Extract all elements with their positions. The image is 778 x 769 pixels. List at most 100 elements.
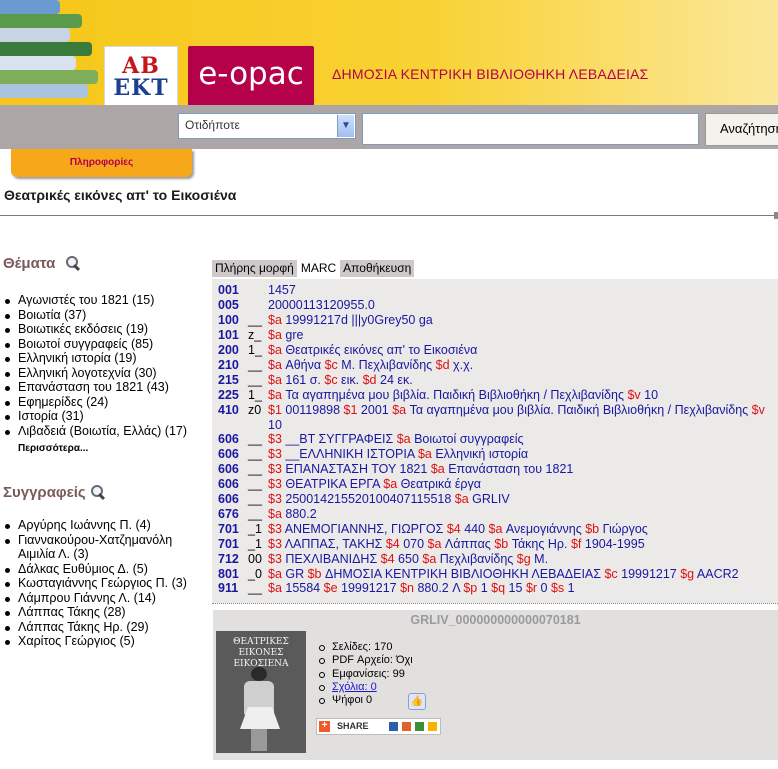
- info-tab[interactable]: Πληροφορίες: [11, 149, 192, 177]
- marc-tag: 911: [218, 581, 239, 595]
- subject-item[interactable]: Ιστορία (31): [4, 409, 205, 424]
- marc-subfield-value: ΑΝΕΜΟΓΙΑΝΝΗΣ, ΓΙΩΡΓΟΣ: [281, 522, 447, 536]
- logo-text-ab: ΑΒ: [122, 53, 160, 79]
- marc-tag: 210: [218, 358, 239, 372]
- marc-subfield-code: $a: [268, 581, 282, 595]
- marc-subfield-value: 1: [564, 581, 575, 595]
- subject-item[interactable]: Βοιωτικές εκδόσεις (19): [4, 322, 205, 337]
- cover-title: ΘΕΑΤΡΙΚΕΣ ΕΙΚΟΝΕΣ ΕΙΚΟΣΙΕΝΑ: [233, 637, 289, 669]
- marc-subfield-value: 161 σ.: [281, 373, 325, 387]
- marc-subfield-value: 20000113120955.0: [268, 298, 375, 312]
- search-button[interactable]: Αναζήτηση: [705, 113, 778, 146]
- marc-subfield-value: ΛΑΠΠΑΣ, ΤΑΚΗΣ: [281, 537, 386, 551]
- marc-subfield-code: $3: [268, 477, 282, 491]
- book-cover[interactable]: ΘΕΑΤΡΙΚΕΣ ΕΙΚΟΝΕΣ ΕΙΚΟΣΙΕΝΑ: [216, 631, 306, 753]
- marc-subfield-code: $a: [268, 343, 282, 357]
- marc-subfield-code: $a: [268, 567, 282, 581]
- tab-save[interactable]: Αποθήκευση: [340, 260, 415, 277]
- marc-tag: 676: [218, 507, 239, 521]
- subject-item[interactable]: Αγωνιστές του 1821 (15): [4, 293, 205, 308]
- marc-subfield-value: χ.χ.: [449, 358, 474, 372]
- marc-subfield-value: Τα αγαπημένα μου βιβλία. Παιδική Βιβλιοθ…: [406, 403, 752, 417]
- marc-tag: 100: [218, 313, 239, 327]
- marc-subfield-value: Βοιωτοί συγγραφείς: [410, 432, 524, 446]
- marc-indicators: 1_: [248, 343, 262, 357]
- marc-subfield-code: $3: [268, 447, 282, 461]
- marc-indicators: z0: [248, 403, 262, 417]
- logo-text-ekt: ΕΚΤ: [113, 75, 169, 101]
- marc-subfield-value: GRLIV: [468, 492, 510, 506]
- marc-subfield-value: AACR2: [694, 567, 739, 581]
- author-item[interactable]: Λάμπρου Γιάννης Λ. (14): [4, 591, 205, 606]
- marc-value: $a 161 σ. $c εικ. $d 24 εκ.: [268, 373, 413, 388]
- marc-indicators: __: [248, 447, 262, 461]
- author-item[interactable]: Κωσταγιάννης Γεώργιος Π. (3): [4, 576, 205, 591]
- tab-full[interactable]: Πλήρης μορφή: [212, 260, 297, 277]
- ekt-logo[interactable]: ΑΒ ΕΚΤ: [104, 46, 178, 110]
- search-field-value: Οτιδήποτε: [185, 118, 240, 132]
- marc-subfield-code: $a: [422, 552, 437, 566]
- marc-subfield-code: $q: [491, 581, 506, 595]
- marc-subfield-code: $a: [488, 522, 503, 536]
- marc-subfield-value: GR: [281, 567, 308, 581]
- views-info: Εμφανίσεις: 99: [318, 668, 413, 681]
- chevron-down-icon[interactable]: ▼: [337, 115, 354, 137]
- subject-item[interactable]: Βοιωτία (37): [4, 308, 205, 323]
- library-name: ΔΗΜΟΣΙΑ ΚΕΝΤΡΙΚΗ ΒΙΒΛΙΟΘΗΚΗ ΛΕΒΑΔΕΙΑΣ: [332, 66, 649, 82]
- subject-item[interactable]: Λιβαδειά (Βοιωτία, Ελλάς) (17): [4, 424, 205, 439]
- marc-subfield-value: εικ.: [337, 373, 363, 387]
- marc-value: $3 ΛΑΠΠΑΣ, ΤΑΚΗΣ $4 070 $a Λάππας $b Τάκ…: [268, 537, 645, 552]
- search-field-select[interactable]: Οτιδήποτε ▼: [178, 113, 356, 139]
- marc-value: $a Αθήνα $c Μ. Πεχλιβανίδης $d χ.χ.: [268, 358, 473, 373]
- marc-subfield-value: 15: [505, 581, 526, 595]
- marc-value: $a 15584 $e 19991217 $n 880.2 Λ $p 1 $q …: [268, 581, 575, 596]
- more-link[interactable]: Περισσότερα...: [18, 443, 205, 454]
- marc-subfield-value: 24 εκ.: [376, 373, 413, 387]
- authors-list: Αργύρης Ιωάννης Π. (4) Γιαννακούρου-Χατζ…: [0, 518, 205, 649]
- subject-item[interactable]: Ελληνική ιστορία (19): [4, 351, 205, 366]
- divider-end: [774, 212, 778, 219]
- marc-tag: 101: [218, 328, 239, 342]
- marc-subfield-value: Θεατρικά έργα: [397, 477, 481, 491]
- tab-marc[interactable]: MARC: [297, 260, 340, 277]
- comments-link[interactable]: Σχόλια: 0: [318, 681, 413, 694]
- marc-subfield-value: 19991217d |||y0Grey50 ga: [281, 313, 433, 327]
- marc-tag: 001: [218, 283, 239, 297]
- marc-value: $3 __ΕΛΛΗΝΙΚΗ ΙΣΤΟΡΙΑ $a Ελληνική ιστορί…: [268, 447, 528, 462]
- marc-subfield-code: $v: [751, 403, 765, 417]
- search-icon[interactable]: [65, 255, 80, 270]
- marc-subfield-code: $a: [396, 432, 411, 446]
- plus-icon: +: [319, 721, 330, 732]
- subject-item[interactable]: Επανάσταση του 1821 (43): [4, 380, 205, 395]
- subject-item[interactable]: Εφημερίδες (24): [4, 395, 205, 410]
- marc-subfield-value: Μ. Πεχλιβανίδης: [337, 358, 436, 372]
- author-item[interactable]: Χαρίτος Γεώργιος (5): [4, 634, 205, 649]
- marc-subfield-code: $3: [268, 537, 282, 551]
- thumbs-up-icon[interactable]: 👍: [408, 693, 426, 710]
- marc-tag: 200: [218, 343, 239, 357]
- marc-indicators: __: [248, 581, 262, 595]
- marc-subfield-code: $c: [324, 373, 338, 387]
- search-icon[interactable]: [90, 484, 105, 499]
- delicious-icon: [389, 722, 398, 731]
- marc-indicators: __: [248, 507, 262, 521]
- author-item[interactable]: Αργύρης Ιωάννης Π. (4): [4, 518, 205, 533]
- subject-item[interactable]: Ελληνική λογοτεχνία (30): [4, 366, 205, 381]
- marc-indicators: 1_: [248, 388, 262, 402]
- marc-subfield-code: $f: [570, 537, 582, 551]
- marc-value: $3 ΘΕΑΤΡΙΚΑ ΕΡΓΑ $a Θεατρικά έργα: [268, 477, 481, 492]
- marc-subfield-value: gre: [281, 328, 304, 342]
- marc-indicators: __: [248, 492, 262, 506]
- eopac-logo[interactable]: e-opac: [188, 46, 314, 106]
- pdf-info: PDF Αρχείο: Όχι: [318, 654, 413, 667]
- subject-item[interactable]: Βοιωτοί συγγραφείς (85): [4, 337, 205, 352]
- author-item[interactable]: Δάλκας Ευθύμιος Δ. (5): [4, 562, 205, 577]
- author-item[interactable]: Λάππας Τάκης Ηρ. (29): [4, 620, 205, 635]
- subjects-heading-label: Θέματα: [3, 255, 56, 272]
- marc-value: $a Τα αγαπημένα μου βιβλία. Παιδική Βιβλ…: [268, 388, 658, 403]
- books-illustration: [0, 0, 102, 105]
- author-item[interactable]: Λάππας Τάκης (28): [4, 605, 205, 620]
- author-item[interactable]: Γιαννακούρου-Χατζημανόλη Αιμιλία Λ. (3): [4, 533, 205, 562]
- share-button[interactable]: + SHARE: [316, 718, 441, 735]
- search-input[interactable]: [362, 113, 699, 145]
